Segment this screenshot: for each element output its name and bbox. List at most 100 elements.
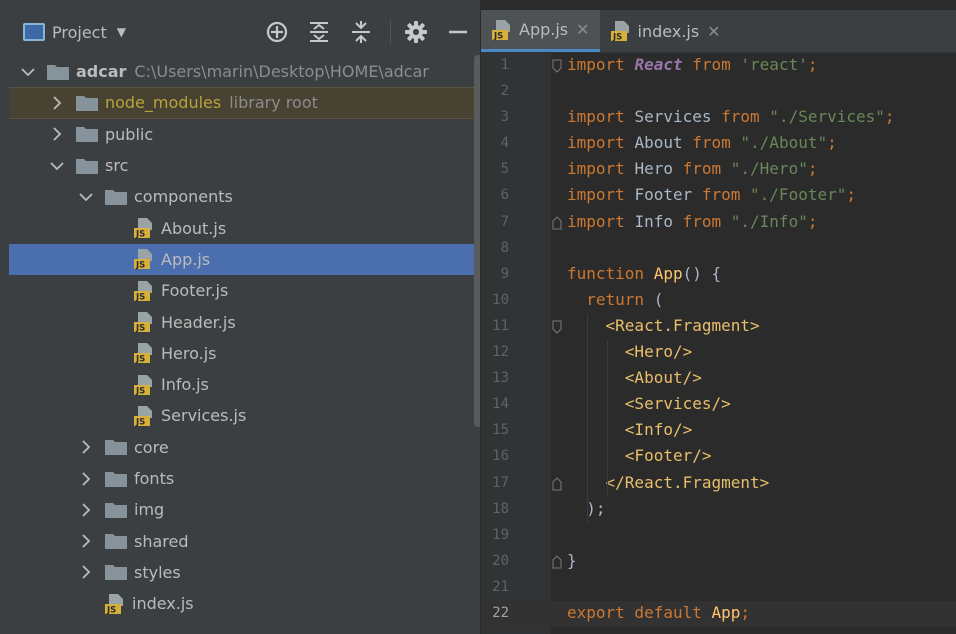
code-token: <Hero/> xyxy=(624,342,693,362)
tree-item-label: Footer.js xyxy=(161,281,229,301)
js-file-icon: JS xyxy=(133,311,155,334)
tree-item-index-js[interactable]: JS index.js xyxy=(9,588,480,619)
svg-text:JS: JS xyxy=(135,261,145,271)
expand-all-icon[interactable] xyxy=(304,17,334,47)
tree-item-app-js[interactable]: JS App.js xyxy=(9,243,480,276)
code-line: 12 <Hero/> xyxy=(481,340,956,366)
tree-item-hint: library root xyxy=(229,93,318,113)
tree-item-label: public xyxy=(105,124,154,144)
tree-item-core[interactable]: core xyxy=(9,432,480,463)
tree-item-label: components xyxy=(134,187,233,207)
line-number: 3 xyxy=(500,109,509,126)
chevron-right-icon[interactable] xyxy=(48,94,66,112)
folder-icon xyxy=(76,158,98,174)
js-file-icon: JS xyxy=(133,217,155,240)
js-file-icon: JS xyxy=(133,405,155,427)
chevron-right-icon[interactable] xyxy=(77,501,95,519)
svg-text:JS: JS xyxy=(135,230,145,240)
code-token: import xyxy=(567,133,635,153)
line-number: 6 xyxy=(500,187,509,204)
tree-item-src[interactable]: src xyxy=(9,150,480,181)
editor-tab-app-js[interactable]: JS App.js ✕ xyxy=(481,10,600,52)
tree-item-shared[interactable]: shared xyxy=(9,525,480,556)
code-token: import xyxy=(567,107,635,127)
chevron-down-icon: ▼ xyxy=(116,25,126,39)
code-line: 13 <About/> xyxy=(481,366,956,392)
tree-item-adcar[interactable]: adcar C:\Users\marin\Desktop\HOME\adcar xyxy=(9,56,480,87)
tree-item-footer-js[interactable]: JS Footer.js xyxy=(9,275,480,306)
gear-icon[interactable] xyxy=(401,17,431,47)
line-number: 7 xyxy=(500,213,509,230)
close-icon[interactable]: ✕ xyxy=(707,22,720,41)
tree-item-label: About.js xyxy=(161,218,227,238)
tree-item-label: core xyxy=(134,437,169,457)
tree-item-public[interactable]: public xyxy=(9,119,480,150)
tree-item-services-js[interactable]: JS Services.js xyxy=(9,400,480,431)
chevron-down-icon[interactable] xyxy=(77,188,95,206)
code-text: import React from 'react'; xyxy=(567,55,817,74)
tree-item-about-js[interactable]: JS About.js xyxy=(9,212,480,243)
line-number: 13 xyxy=(492,370,509,387)
tree-item-label: index.js xyxy=(132,594,194,614)
fold-marker-icon[interactable] xyxy=(552,320,562,334)
code-text: function App() { xyxy=(567,264,721,283)
fold-marker-icon[interactable] xyxy=(552,59,562,73)
line-number: 5 xyxy=(500,161,509,178)
code-token: from xyxy=(682,55,741,74)
folder-icon xyxy=(105,565,127,581)
tree-item-img[interactable]: img xyxy=(9,494,480,525)
tree-item-header-js[interactable]: JS Header.js xyxy=(9,306,480,337)
tree-item-label: src xyxy=(105,156,129,176)
folder-icon xyxy=(47,64,69,80)
project-tree-scrollbar[interactable] xyxy=(474,55,480,427)
code-token: React xyxy=(634,55,683,74)
tree-item-node-modules[interactable]: node_modules library root xyxy=(9,87,480,119)
fold-marker-icon[interactable] xyxy=(552,476,562,491)
minimize-icon[interactable] xyxy=(443,17,473,47)
js-file-icon: JS xyxy=(104,593,126,615)
svg-text:JS: JS xyxy=(493,31,503,41)
code-token: </React.Fragment> xyxy=(605,472,770,492)
ide-window: Project ▼ adcar C:\Users\marin\Desktop\H… xyxy=(0,0,956,634)
tree-item-label: adcar xyxy=(76,62,127,82)
collapse-all-icon[interactable] xyxy=(346,17,376,47)
chevron-right-icon[interactable] xyxy=(48,125,66,143)
folder-icon xyxy=(105,189,127,205)
tree-item-components[interactable]: components xyxy=(9,181,480,212)
line-number: 20 xyxy=(492,552,509,569)
line-number: 10 xyxy=(492,291,509,308)
code-text: <Hero/> xyxy=(567,342,692,361)
code-token: function xyxy=(567,263,654,283)
chevron-right-icon[interactable] xyxy=(77,532,95,550)
chevron-down-icon[interactable] xyxy=(19,63,37,81)
code-token: import xyxy=(567,211,635,231)
project-tree: adcar C:\Users\marin\Desktop\HOME\adcar no… xyxy=(9,56,480,619)
code-area[interactable]: 1 import React from 'react'; 2 3 import Serv… xyxy=(481,53,956,628)
line-number: 12 xyxy=(492,344,509,361)
project-view-selector[interactable]: Project ▼ xyxy=(23,23,126,42)
tree-item-hero-js[interactable]: JS Hero.js xyxy=(9,338,480,369)
line-number: 2 xyxy=(500,83,509,100)
tree-item-info-js[interactable]: JS Info.js xyxy=(9,369,480,400)
close-icon[interactable]: ✕ xyxy=(576,20,589,39)
chevron-down-icon[interactable] xyxy=(48,157,66,175)
fold-marker-icon[interactable] xyxy=(552,215,562,230)
crosshair-icon[interactable] xyxy=(262,17,292,47)
code-token: 'react' xyxy=(740,55,808,74)
fold-marker-icon[interactable] xyxy=(552,555,562,569)
code-line: 6 import Footer from "./Footer"; xyxy=(481,183,956,209)
editor-tab-index-js[interactable]: JS index.js ✕ xyxy=(600,10,731,52)
tree-item-styles[interactable]: styles xyxy=(9,557,480,588)
code-text: import Info from "./Info"; xyxy=(567,212,817,231)
chevron-right-icon[interactable] xyxy=(77,563,95,581)
tree-item-fonts[interactable]: fonts xyxy=(9,463,480,494)
code-token: from xyxy=(692,185,751,205)
line-number: 21 xyxy=(492,578,509,595)
folder-icon xyxy=(105,534,127,550)
chevron-right-icon[interactable] xyxy=(77,438,95,456)
code-token: ( xyxy=(653,289,664,309)
chevron-right-icon[interactable] xyxy=(77,470,95,488)
